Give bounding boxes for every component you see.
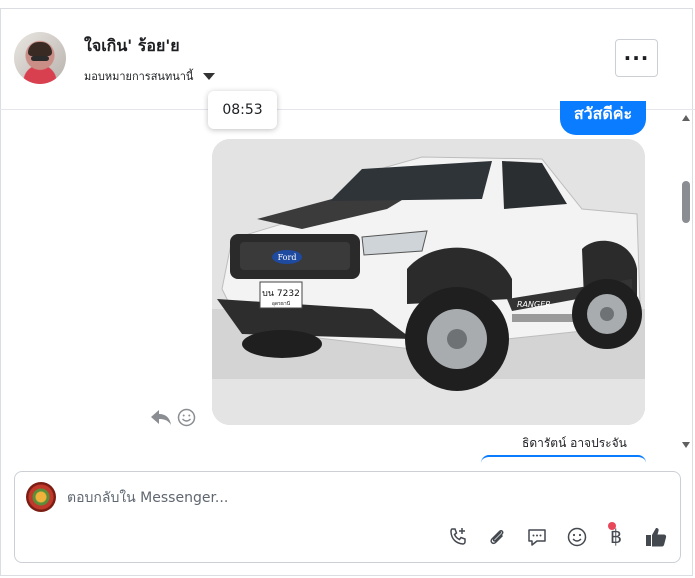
payment-button[interactable]: ฿ (604, 525, 628, 549)
scrollbar-thumb[interactable] (682, 181, 690, 223)
sender-name: ธิดารัตน์ อาจประจัน (522, 436, 627, 450)
payment-notification-dot (608, 522, 616, 530)
paperclip-icon (490, 530, 504, 545)
contact-avatar[interactable] (14, 32, 66, 84)
phone-plus-icon (450, 528, 466, 545)
attach-file-button[interactable] (485, 525, 509, 549)
scroll-up-arrow-icon[interactable] (682, 115, 690, 121)
reaction-emoji-icon[interactable] (177, 408, 196, 427)
license-plate-number: บน 7232 (262, 289, 300, 299)
message-bubble-greeting[interactable]: สวัสดีค่ะ (560, 101, 646, 135)
ranger-decal: RANGER (517, 300, 551, 309)
assign-label: มอบหมายการสนทนานี้ (84, 70, 194, 83)
assign-conversation-dropdown[interactable]: มอบหมายการสนทนานี้ (84, 67, 216, 85)
conversation-header: ใจเกิน' ร้อย'ย มอบหมายการสนทนานี้ ··· (0, 8, 695, 110)
more-options-button[interactable]: ··· (615, 39, 658, 77)
reply-icon[interactable] (150, 407, 172, 427)
scroll-down-arrow-icon[interactable] (682, 442, 690, 448)
ford-badge: Ford (278, 253, 297, 262)
license-plate-province: อุดรธานี (272, 300, 291, 307)
timestamp-tooltip: 08:53 (208, 91, 277, 129)
saved-reply-icon (528, 529, 546, 546)
saved-replies-button[interactable] (525, 525, 549, 549)
message-composer: ฿ (14, 471, 681, 563)
more-horizontal-icon: ··· (623, 46, 650, 70)
message-image-pickup-truck[interactable]: Ford บน 7232 อุดรธานี RANGER (212, 139, 645, 425)
next-message-bubble-edge (481, 455, 646, 463)
thumbs-up-icon (646, 528, 667, 547)
page-avatar (26, 482, 56, 512)
contact-name[interactable]: ใจเกิน' ร้อย'ย (84, 34, 180, 59)
emoji-icon (567, 527, 587, 547)
call-add-button[interactable] (446, 525, 470, 549)
reply-input[interactable] (67, 486, 467, 510)
emoji-button[interactable] (565, 525, 589, 549)
caret-down-icon (203, 72, 216, 80)
like-button[interactable] (644, 525, 668, 549)
